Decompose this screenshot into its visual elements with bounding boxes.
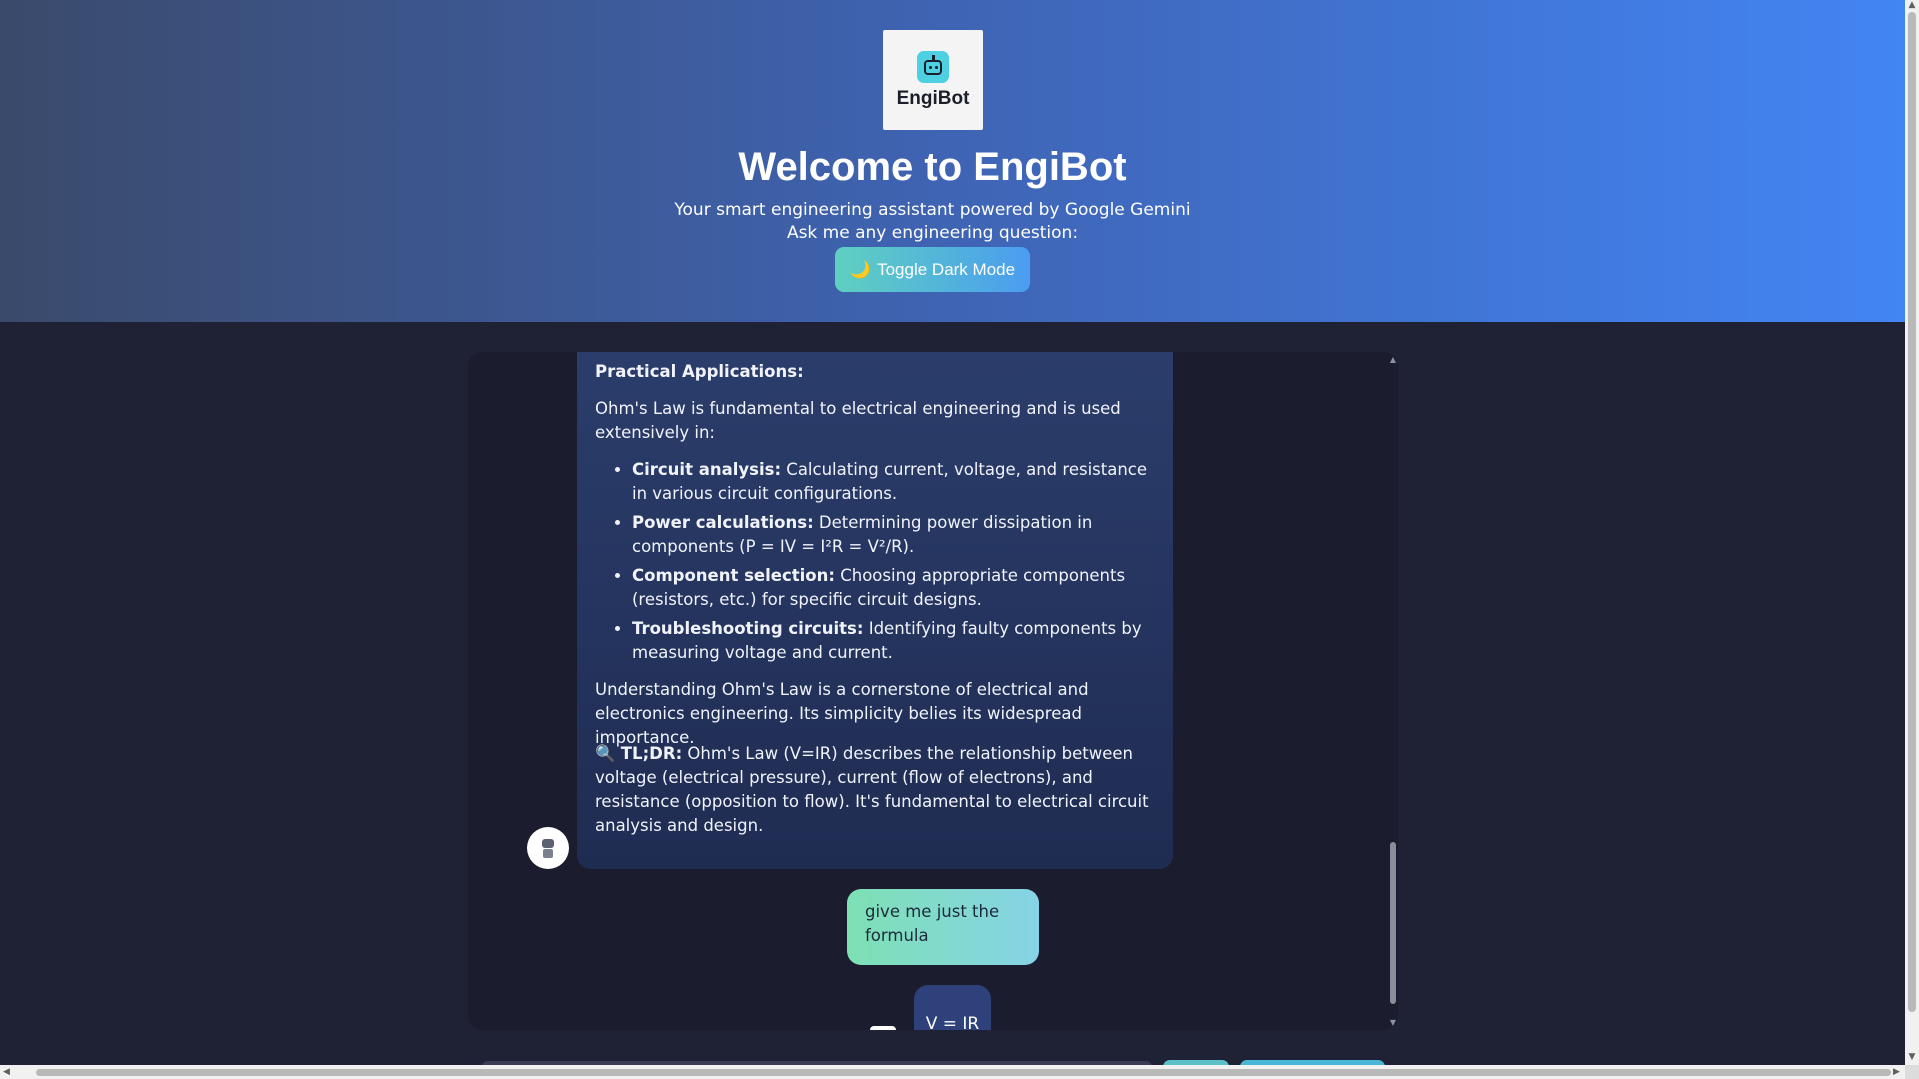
list-item: Power calculations: Determining power di… bbox=[632, 511, 1160, 559]
tldr-label: TL;DR: bbox=[620, 744, 683, 763]
chat-scrollbar-thumb[interactable] bbox=[1390, 842, 1396, 1004]
page-subtitle: Your smart engineering assistant powered… bbox=[0, 199, 1865, 245]
bot-avatar bbox=[527, 827, 569, 869]
page-title: Welcome to EngiBot bbox=[738, 145, 1127, 189]
applications-list: Circuit analysis: Calculating current, v… bbox=[595, 458, 1160, 670]
scroll-down-arrow[interactable]: ▼ bbox=[1905, 1052, 1919, 1062]
moon-icon: 🌙 bbox=[849, 259, 872, 279]
scrollbar-corner bbox=[1905, 1065, 1919, 1079]
bot-message-bubble: Practical Applications: Ohm's Law is fun… bbox=[577, 352, 1173, 869]
list-item: Component selection: Choosing appropriat… bbox=[632, 564, 1160, 612]
scroll-right-arrow[interactable]: ▶ bbox=[1893, 1065, 1900, 1079]
bot-avatar bbox=[870, 1026, 896, 1030]
chat-scroll-down-arrow[interactable]: ▼ bbox=[1388, 1018, 1398, 1028]
list-item: Troubleshooting circuits: Identifying fa… bbox=[632, 617, 1160, 665]
engibot-logo: EngiBot bbox=[883, 30, 983, 130]
vertical-scroll-thumb[interactable] bbox=[1908, 12, 1916, 1012]
scroll-left-arrow[interactable]: ◀ bbox=[3, 1065, 10, 1079]
message-intro: Ohm's Law is fundamental to electrical e… bbox=[595, 399, 1121, 442]
scroll-up-arrow[interactable]: ▲ bbox=[1905, 0, 1919, 10]
message-heading: Practical Applications: bbox=[595, 362, 804, 381]
robot-icon bbox=[539, 837, 557, 859]
message-understanding: Understanding Ohm's Law is a cornerstone… bbox=[595, 680, 1089, 747]
magnifier-icon: 🔍 bbox=[595, 744, 616, 763]
logo-text: EngiBot bbox=[896, 87, 970, 109]
subtitle-line-1: Your smart engineering assistant powered… bbox=[674, 200, 1191, 220]
message-tldr: 🔍 TL;DR: Ohm's Law (V=IR) describes the … bbox=[595, 742, 1160, 838]
bot-answer-bubble: V = IR bbox=[914, 985, 991, 1030]
list-item: Circuit analysis: Calculating current, v… bbox=[632, 458, 1160, 506]
subtitle-line-2: Ask me any engineering question: bbox=[786, 223, 1079, 243]
robot-icon bbox=[917, 50, 949, 83]
header-banner: EngiBot Welcome to EngiBot Your smart en… bbox=[0, 0, 1905, 322]
horizontal-scroll-thumb[interactable] bbox=[36, 1069, 1891, 1076]
chat-scroll-up-arrow[interactable]: ▲ bbox=[1388, 355, 1398, 365]
user-message-bubble: give me just the formula bbox=[847, 889, 1039, 965]
toggle-dark-mode-label: Toggle Dark Mode bbox=[877, 259, 1016, 279]
toggle-dark-mode-button[interactable]: 🌙 Toggle Dark Mode bbox=[835, 247, 1030, 292]
page-vertical-scrollbar[interactable]: ▲ ▼ bbox=[1905, 0, 1919, 1065]
page-horizontal-scrollbar[interactable]: ◀ ▶ bbox=[0, 1065, 1905, 1079]
